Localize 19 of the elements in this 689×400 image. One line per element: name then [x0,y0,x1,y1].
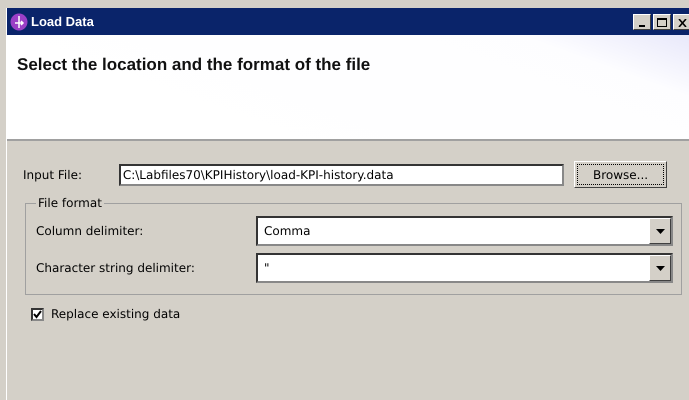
maximize-button[interactable] [653,14,671,30]
field-label: Character string delimiter: [36,261,196,275]
window-title: Load Data [31,14,94,29]
input-file-label: Input File: [23,168,84,182]
app-icon [10,12,28,30]
delimiter-dropdown[interactable]: " [256,253,673,283]
minimize-icon [639,24,645,26]
input-file-field[interactable]: C:\Labfiles70\KPIHistory\load-KPI-history.data [118,164,564,186]
field-label: Column delimiter: [36,224,144,238]
checkbox[interactable] [31,308,44,320]
maximize-icon [657,18,667,26]
minimize-button[interactable] [633,14,651,30]
delimiter-dropdown[interactable]: Comma [256,216,673,246]
close-button[interactable] [673,14,689,30]
close-icon [678,18,686,26]
browse-button[interactable]: Browse... [574,161,667,188]
group-legend: File format [36,196,104,210]
page-heading: Select the location and the format of the file [17,55,370,74]
checkbox-label: Replace existing data [51,307,180,321]
